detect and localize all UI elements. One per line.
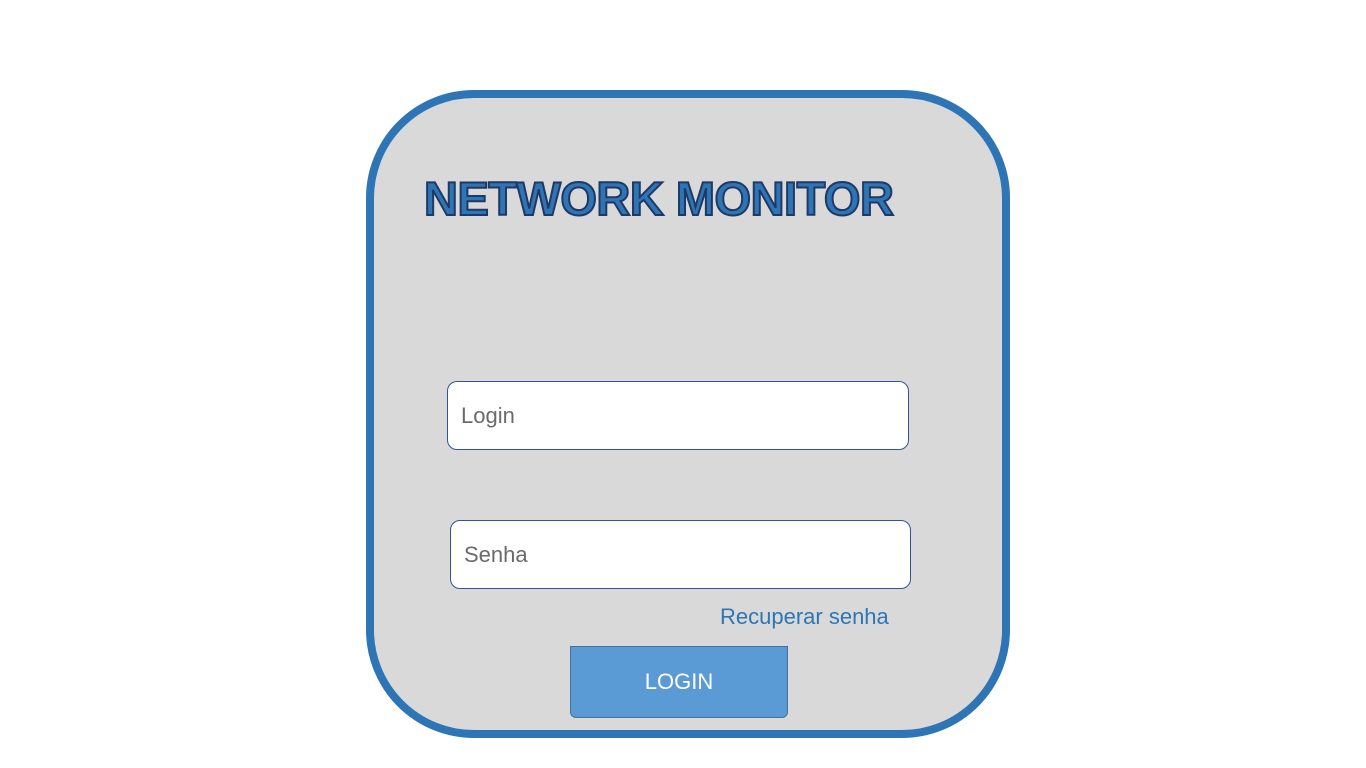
- recover-password-link[interactable]: Recuperar senha: [720, 602, 889, 632]
- login-button[interactable]: LOGIN: [570, 646, 788, 718]
- login-input[interactable]: [447, 381, 909, 450]
- app-title: NETWORK MONITOR: [423, 171, 895, 226]
- login-page: NETWORK MONITOR Recuperar senha LOGIN: [0, 0, 1366, 768]
- password-input[interactable]: [450, 520, 911, 589]
